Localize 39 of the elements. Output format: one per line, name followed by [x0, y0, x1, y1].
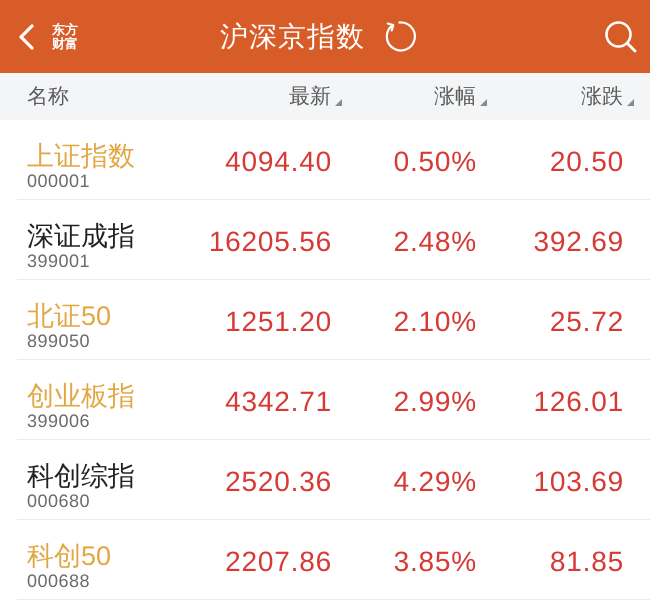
index-code: 000001 [27, 170, 92, 190]
column-sort-button[interactable]: 涨跌 [581, 84, 634, 110]
index-name: 科创50 [27, 540, 112, 570]
change-percent: 2.99% [394, 387, 477, 418]
back-icon[interactable] [17, 24, 35, 50]
index-name: 创业板指 [27, 380, 136, 410]
latest-price: 2520.36 [225, 467, 332, 498]
logo: 东方 财富 [52, 22, 79, 50]
change-amount: 20.50 [550, 147, 624, 178]
index-name: 深证成指 [27, 220, 136, 250]
index-code: 399001 [27, 250, 92, 270]
refresh-icon[interactable] [383, 20, 416, 53]
search-icon[interactable] [604, 20, 637, 53]
latest-price: 4342.71 [225, 387, 332, 418]
change-amount: 126.01 [534, 387, 624, 418]
index-code: 000680 [27, 490, 92, 510]
change-amount: 392.69 [534, 227, 624, 258]
change-percent: 4.29% [394, 467, 477, 498]
column-sort-button[interactable]: 最新 [289, 84, 342, 110]
page-title: 沪深京指数 [220, 22, 365, 50]
change-amount: 25.72 [550, 307, 624, 338]
column-sort-button[interactable]: 涨幅 [434, 84, 487, 110]
index-name: 上证指数 [27, 140, 136, 170]
change-percent: 3.85% [394, 547, 477, 578]
latest-price: 2207.86 [225, 547, 332, 578]
index-code: 399006 [27, 410, 92, 430]
index-name: 北证50 [27, 300, 112, 330]
index-code: 899050 [27, 330, 92, 350]
index-code: 000688 [27, 570, 92, 590]
change-percent: 2.10% [394, 307, 477, 338]
change-percent: 0.50% [394, 147, 477, 178]
change-percent: 2.48% [394, 227, 477, 258]
index-name: 科创综指 [27, 460, 136, 490]
change-amount: 103.69 [534, 467, 624, 498]
latest-price: 16205.56 [208, 227, 332, 258]
column-label: 名称 [27, 84, 70, 110]
latest-price: 1251.20 [225, 307, 332, 338]
change-amount: 81.85 [550, 547, 624, 578]
latest-price: 4094.40 [225, 147, 332, 178]
